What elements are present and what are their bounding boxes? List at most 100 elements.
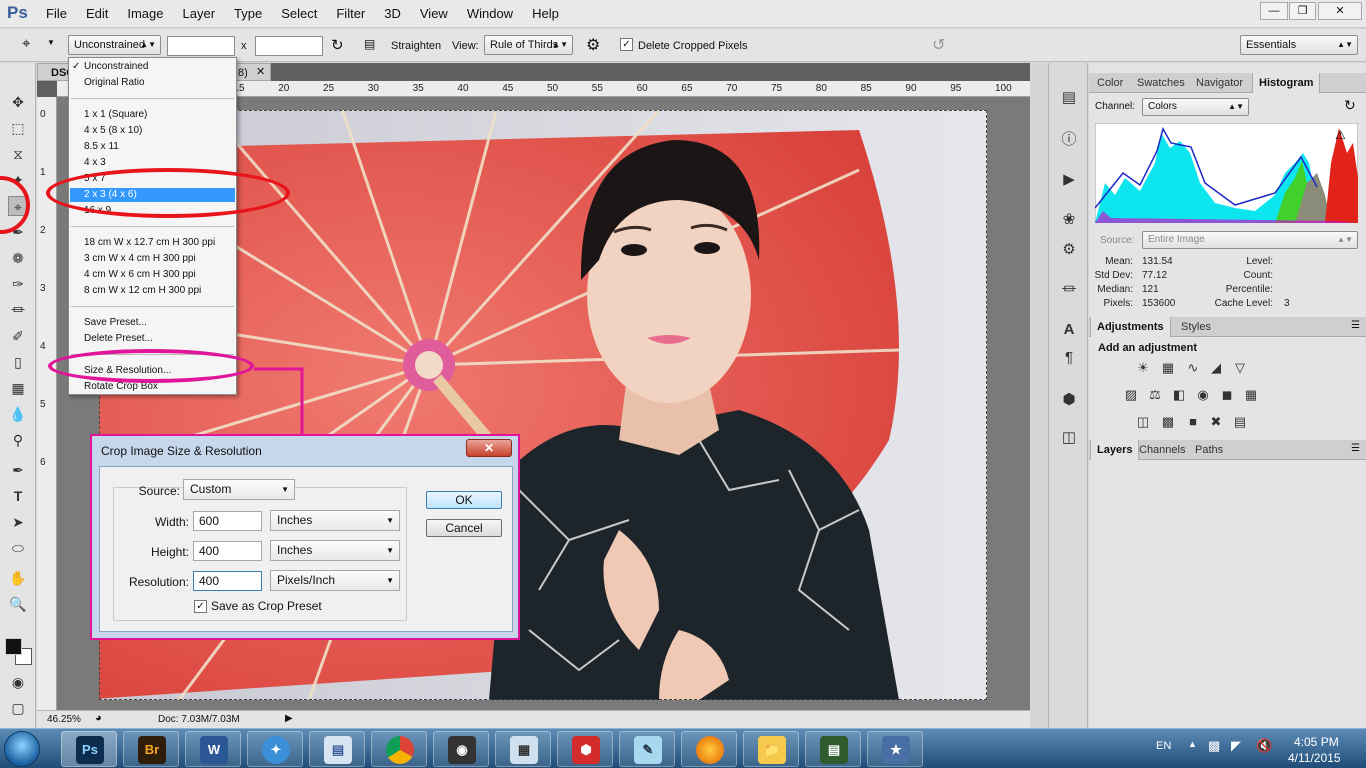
channel-select[interactable]: Colors ▲▼ (1142, 98, 1249, 116)
tab-adjustments[interactable]: Adjustments (1090, 317, 1171, 337)
tray-expand-icon[interactable]: ▲ (1188, 739, 1197, 749)
panel-menu-icon[interactable]: ☰ (1351, 443, 1360, 454)
pen-tool-icon[interactable]: ✒ (8, 460, 28, 480)
menu-view[interactable]: View (420, 6, 448, 21)
channel-mixer-icon[interactable]: ◼ (1218, 386, 1236, 404)
straighten-label[interactable]: Straighten (391, 40, 441, 52)
threshold-icon[interactable]: ■ (1184, 413, 1202, 431)
character-panel-icon[interactable]: A (1058, 319, 1080, 341)
zoom-level[interactable]: 46.25% (47, 714, 81, 725)
save-preset-checkbox[interactable]: ✓ (194, 600, 207, 613)
menu-image[interactable]: Image (127, 6, 163, 21)
gradient-tool-icon[interactable]: ▦ (8, 378, 28, 398)
menu-type[interactable]: Type (234, 6, 262, 21)
3d-panel-icon[interactable]: ⬢ (1058, 389, 1080, 411)
resolution-input[interactable]: 400 (193, 571, 262, 591)
width-unit-select[interactable]: Inches ▼ (270, 510, 400, 531)
close-window-button[interactable]: ✕ (1318, 2, 1362, 20)
clear-refresh-icon[interactable]: ↻ (331, 36, 344, 54)
type-tool-icon[interactable]: T (8, 486, 28, 506)
menu-file[interactable]: File (46, 6, 67, 21)
tab-histogram[interactable]: Histogram (1252, 73, 1321, 93)
preset-4x3[interactable]: 4 x 3 (84, 157, 106, 168)
brightness-icon[interactable]: ☀ (1134, 359, 1152, 377)
brush-panel-icon[interactable]: ❀ (1058, 209, 1080, 231)
screen-mode-icon[interactable]: ▢ (8, 698, 28, 718)
invert-icon[interactable]: ◫ (1134, 413, 1152, 431)
eraser-icon[interactable]: ▯ (8, 352, 28, 372)
path-selection-icon[interactable]: ➤ (8, 512, 28, 532)
layer-comps-panel-icon[interactable]: ◫ (1058, 427, 1080, 449)
shape-tool-icon[interactable]: ⬭ (8, 538, 28, 558)
delete-preset-item[interactable]: Delete Preset... (84, 333, 153, 344)
clone-stamp-icon[interactable]: ⏛ (8, 300, 28, 320)
lasso-tool-icon[interactable]: ⧖ (8, 144, 28, 164)
vibrance-icon[interactable]: ▽ (1231, 359, 1249, 377)
taskbar-app-photoshop[interactable]: Ps (61, 731, 117, 767)
taskbar-app-explorer[interactable]: 📁 (743, 731, 799, 767)
cache-warning-icon[interactable]: ⚠ (1335, 128, 1346, 142)
curves-icon[interactable]: ∿ (1184, 359, 1202, 377)
menu-filter[interactable]: Filter (336, 6, 365, 21)
crop-height-input[interactable] (255, 36, 323, 56)
workspace-select[interactable]: Essentials ▲▼ (1240, 35, 1358, 55)
crop-width-input[interactable] (167, 36, 235, 56)
restore-button[interactable]: ❐ (1289, 2, 1316, 20)
tab-paths[interactable]: Paths (1189, 440, 1229, 460)
taskbar-app-camera[interactable]: ◉ (433, 731, 489, 767)
hue-saturation-icon[interactable]: ▨ (1122, 386, 1140, 404)
marquee-tool-icon[interactable]: ⬚ (8, 118, 28, 138)
resolution-unit-select[interactable]: Pixels/Inch ▼ (270, 570, 400, 591)
delete-cropped-checkbox[interactable]: ✓ (620, 38, 633, 51)
source-select[interactable]: Entire Image ▲▼ (1142, 231, 1358, 249)
tab-navigator[interactable]: Navigator (1190, 73, 1249, 93)
status-menu-arrow-icon[interactable]: ▶ (285, 713, 293, 724)
preset-18cm[interactable]: 18 cm W x 12.7 cm H 300 ppi (84, 237, 215, 248)
menu-select[interactable]: Select (281, 6, 317, 21)
gear-icon[interactable]: ⚙ (586, 35, 600, 55)
preset-original-ratio[interactable]: Original Ratio (84, 77, 145, 88)
tray-device-icon[interactable]: ▩ (1208, 738, 1220, 754)
preset-unconstrained[interactable]: Unconstrained (84, 61, 148, 72)
language-indicator[interactable]: EN (1156, 740, 1171, 752)
paragraph-panel-icon[interactable]: ¶ (1058, 347, 1080, 369)
dialog-close-button[interactable]: ✕ (466, 439, 512, 457)
menu-edit[interactable]: Edit (86, 6, 108, 21)
foreground-color-swatch[interactable] (5, 638, 22, 655)
menu-3d[interactable]: 3D (384, 6, 401, 21)
straighten-icon[interactable]: ▤ (364, 37, 375, 51)
minimize-button[interactable]: — (1260, 2, 1288, 20)
taskbar-app-note[interactable]: ✎ (619, 731, 675, 767)
selective-color-icon[interactable]: ✖ (1207, 413, 1225, 431)
start-button[interactable] (4, 731, 40, 767)
taskbar-app-wizard[interactable]: ★ (867, 731, 923, 767)
close-tab-icon[interactable]: ✕ (256, 65, 265, 78)
blur-tool-icon[interactable]: 💧 (8, 404, 28, 424)
taskbar-app-firefox[interactable] (681, 731, 737, 767)
move-tool-icon[interactable]: ✥ (8, 92, 28, 112)
clone-source-panel-icon[interactable]: ⏛ (1058, 279, 1080, 301)
taskbar-app-sketchup[interactable]: ⬢ (557, 731, 613, 767)
preset-3cm[interactable]: 3 cm W x 4 cm H 300 ppi (84, 253, 196, 264)
info-panel-icon[interactable]: ⓘ (1058, 129, 1080, 151)
photo-filter-icon[interactable]: ◉ (1194, 386, 1212, 404)
quick-mask-icon[interactable]: ◉ (8, 672, 28, 692)
preset-8cm[interactable]: 8 cm W x 12 cm H 300 ppi (84, 285, 201, 296)
dodge-tool-icon[interactable]: ⚲ (8, 430, 28, 450)
refresh-histogram-icon[interactable]: ↻ (1344, 97, 1356, 114)
tab-styles[interactable]: Styles (1175, 317, 1217, 337)
properties-panel-icon[interactable]: ⚙ (1058, 239, 1080, 261)
clock-time[interactable]: 4:05 PM (1294, 735, 1339, 749)
taskbar-app-monitor[interactable]: ▤ (805, 731, 861, 767)
ok-button[interactable]: OK (426, 491, 502, 509)
panel-menu-icon[interactable]: ☰ (1351, 320, 1360, 331)
posterize-icon[interactable]: ▩ (1159, 413, 1177, 431)
levels-icon[interactable]: ▦ (1159, 359, 1177, 377)
gradient-map-icon[interactable]: ▤ (1231, 413, 1249, 431)
tab-swatches[interactable]: Swatches (1131, 73, 1191, 93)
height-unit-select[interactable]: Inches ▼ (270, 540, 400, 561)
crop-ratio-select[interactable]: Unconstrained ▲▼ (68, 35, 161, 55)
width-input[interactable]: 600 (193, 511, 262, 531)
cancel-button[interactable]: Cancel (426, 519, 502, 537)
crop-tool-preset-icon[interactable]: ⌖ (22, 35, 30, 52)
